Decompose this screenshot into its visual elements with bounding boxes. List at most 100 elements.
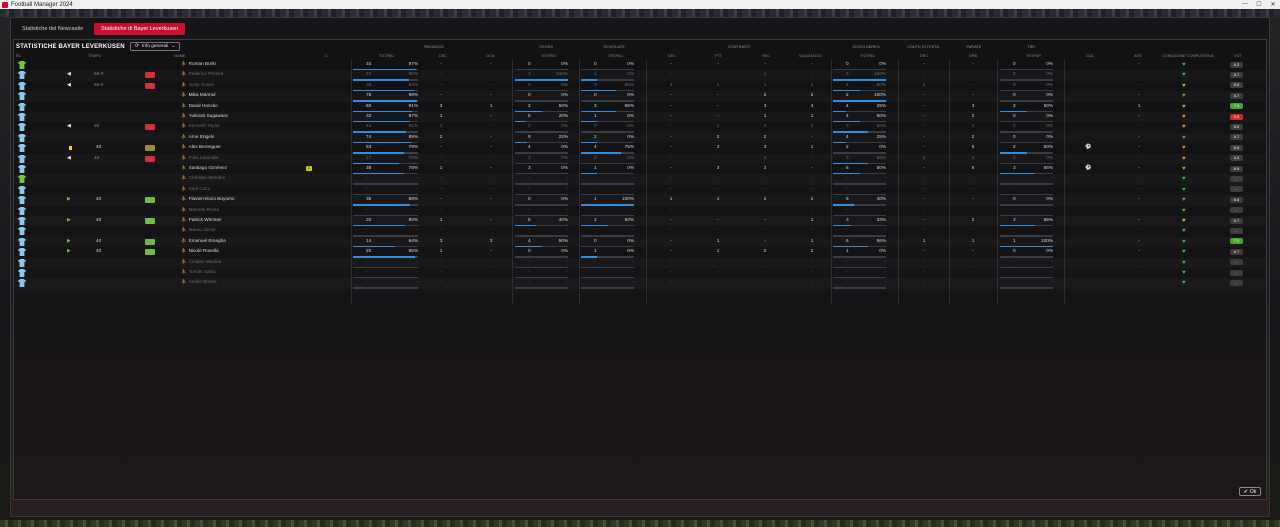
minimize-icon[interactable]: — (1238, 1, 1252, 8)
table-row[interactable]: ▶ 40 ⛹ Flavien-Enzo Boyomo 36 88% - -0 0% 1 100% 1 1… (14, 195, 1266, 206)
testa-dec: - (923, 206, 925, 212)
table-row[interactable]: ⛹ Christian Mendez - - - - - - - - - - - - - - - - - - - ♥ - (14, 174, 1266, 185)
player-name-cell[interactable]: ⛹ Cristian Medina (181, 259, 221, 265)
sciv-total: 1 (594, 248, 597, 254)
table-row[interactable]: ⛹ Roman Bürki 34 97% - - 0 0% 0 0% - - - - 0 0% - - 0 0% - ♥ 6… (14, 60, 1266, 71)
player-name-cell[interactable]: ⛹ Christian Mendez (181, 175, 225, 181)
player-name-cell[interactable]: ⛹ Emanuel Emegha (181, 238, 226, 244)
contr-ftt: 1 (716, 196, 720, 202)
player-name-cell[interactable]: ⛹ Mauro Júnior (181, 227, 216, 233)
col-testa-dec[interactable]: DEC (920, 54, 928, 58)
pass-total: - (366, 227, 368, 233)
table-row[interactable]: ⛹ Mika Mármol 75 98% - - 0 0% 0 0% - - 2 2 2 100% - - 0 0% -… (14, 91, 1266, 102)
col-gol[interactable]: GOL (1086, 54, 1094, 58)
col-pass-dec[interactable]: DEC (439, 54, 447, 58)
player-name-cell[interactable]: ⛹ Fotis Ioannidis (181, 155, 219, 161)
contr-rec: - (764, 279, 766, 285)
view-selector-label: Info generali (141, 44, 169, 49)
table-row[interactable]: ⛹ David Hancko 60 91% 3 1 2 50% 3 66% - - 3 4 4 25% - 3 2 5… (14, 102, 1266, 112)
aereo-total: - (846, 206, 848, 212)
tab-leverkusen-stats[interactable]: Statistiche di Bayer Leverkusen (94, 23, 186, 35)
table-row[interactable]: ◀ 40 ⛹ Fotis Ioannidis 17 70% - - 1 0% 0 0% - - 1 - 3 66%… (14, 154, 1266, 164)
player-name-cell[interactable]: ⛹ Roman Bürki (181, 61, 216, 67)
match-rating: 7.5 (1230, 103, 1243, 110)
col-pass-tot[interactable]: TOT/RIU (379, 54, 394, 58)
col-contr-rec[interactable]: REC (762, 54, 770, 58)
aereo-total: 6 (846, 237, 849, 243)
tiri-total: 0 (1013, 154, 1016, 160)
table-row[interactable]: ⛹ Marcelo Reina - - - - - - - - - - - - - - - - - - - ♥ - (14, 206, 1266, 216)
player-name-cell[interactable]: ⛹ Federico Pereira (181, 71, 223, 77)
col-contr-salv[interactable]: SALVATAGGI (799, 54, 822, 58)
contr-dec: - (670, 71, 672, 77)
player-name-cell[interactable]: ⛹ Yukinari Sugawara (181, 113, 228, 119)
table-row[interactable]: ⛹ Santiago Giménez C 38 78% 1 - 3 0% 1 0% - 3 2 - 6 50% -… (14, 164, 1266, 175)
player-name-cell[interactable]: ⛹ Tomás Saldo (181, 269, 216, 275)
ok-button[interactable]: ✔ Ok (1239, 487, 1261, 496)
table-row[interactable]: ◀ 66-0 ⛹ Federico Pereira 22 86% - -1 100% 1 0% - -1… (14, 70, 1266, 81)
col-tiri-tot[interactable]: TNT/INP (1026, 54, 1041, 58)
player-name-cell[interactable]: ⛹ Nicolò Rovella (181, 248, 219, 254)
close-icon[interactable]: ✕ (1266, 1, 1280, 8)
player-name-cell[interactable]: ⛹ Mika Mármol (181, 92, 215, 98)
view-selector-button[interactable]: ⟳ Info generali ⌄ (129, 42, 181, 51)
condition-heart-icon: ♥ (1182, 280, 1186, 287)
player-name-cell[interactable]: ⛹ Flavien-Enzo Boyomo (181, 196, 234, 202)
table-row[interactable]: ⛹ Tomás Saldo - - - - - - - - - - - - - - - - - - - ♥ - (14, 268, 1266, 279)
shirt-icon (18, 269, 26, 277)
col-tempo[interactable]: TEMPO (88, 54, 102, 58)
col-aereo-tot[interactable]: TNT/RIU (860, 54, 875, 58)
player-name: Flavien-Enzo Boyomo (188, 196, 235, 202)
assists: - (1138, 144, 1140, 150)
tab-newcastle-stats[interactable]: Statistiche del Newcastle (15, 23, 90, 35)
pass-total: 22 (366, 71, 372, 77)
col-ass[interactable]: ASS (1134, 54, 1142, 58)
table-row[interactable]: ▶ 40 ⛹ Patrick Wimmer 20 80% 1-5 40% 2 50% - - -1 3 33… (14, 216, 1266, 227)
tiri-pct: - (1051, 206, 1053, 212)
aereo-total: 0 (846, 61, 849, 66)
table-row[interactable]: 40 ⛹ Alex Berenguer 53 79% - - 4 0% 4 75% - 3 3 1 2 0% - 5… (14, 143, 1266, 154)
pass-total: - (366, 185, 368, 191)
player-name: Mauro Júnior (188, 227, 216, 233)
col-capitano[interactable]: C (325, 54, 328, 58)
col-condizione[interactable]: CONDIZIONE COMPLESSIVA (1162, 54, 1214, 58)
col-contr-ftt[interactable]: FTT (715, 54, 722, 58)
col-voto[interactable]: VOT (1234, 54, 1242, 58)
aereo-pct: 66% (876, 154, 886, 160)
table-row[interactable]: ⛹ Yukinari Sugawara 32 87% 1-5 20% 1 0% - -1 1 4 50%… (14, 112, 1266, 123)
table-row[interactable]: ⛹ Cristian Medina - - - - - - - - - - - - - - - - - - - ♥ - (14, 258, 1266, 268)
player-name-cell[interactable]: ⛹ David Hancko (181, 103, 218, 109)
col-pass-occ[interactable]: OCN (486, 54, 494, 58)
col-ruolo[interactable]: RL (16, 54, 21, 58)
col-sciv-tot[interactable]: TNT/RIU (608, 54, 623, 58)
col-nome[interactable]: NOME (174, 54, 185, 58)
match-rating: - (1230, 227, 1243, 234)
tiri-total: - (1013, 269, 1015, 274)
sciv-total: 1 (594, 71, 597, 77)
player-name-cell[interactable]: ⛹ Patrick Wimmer (181, 217, 222, 223)
aereo-total: - (846, 227, 848, 233)
col-cross-tot[interactable]: TNT/RIU (541, 54, 556, 58)
player-name-cell[interactable]: ⛹ Archie Brown (181, 279, 217, 285)
table-row[interactable]: ◀ 60 ⛹ Kenneth Taylor 44 81% 1 - 2 0% 0 0% - 1 2 1 3 66% -… (14, 122, 1266, 133)
player-name-cell[interactable]: ⛹ Santiago Giménez (181, 165, 227, 171)
player-name-cell[interactable]: ⛹ Saúl Coco (181, 186, 210, 192)
maximize-icon[interactable]: ☐ (1252, 1, 1266, 8)
table-row[interactable]: ⛹ Saúl Coco - - - - - - - - - - - - - - - - - - - ♥ - (14, 185, 1266, 196)
table-row[interactable]: ⛹ Archie Brown - - - - - - - - - - - - - - - - - - - ♥ - (14, 278, 1266, 289)
player-name-cell[interactable]: ⛹ Marcelo Reina (181, 207, 219, 213)
col-contr-dec[interactable]: DEC (668, 54, 676, 58)
goalkeeper-shirt-icon (18, 61, 26, 69)
assists: - (1138, 154, 1140, 160)
table-row[interactable]: ⛹ Mauro Júnior - - - - - - - - - - - - - - - - - - - ♥ - (14, 226, 1266, 237)
sciv-pct: 66% (624, 102, 634, 108)
player-name-cell[interactable]: ⛹ Kenneth Taylor (181, 123, 220, 129)
table-row[interactable]: ▶ 40 ⛹ Nicolò Rovella 20 95% 1 - 0 0% 1 0% - 1 2 2 1 0% - -… (14, 247, 1266, 258)
player-name-cell[interactable]: ⛹ Arne Engels (181, 134, 214, 140)
table-row[interactable]: ▶ 40 ⛹ Emanuel Emegha 14 64% 3 3 4 50% 0 0% - 1 - 1 6 66%… (14, 237, 1266, 248)
table-row[interactable]: ⛹ Arne Engels 74 89% 2 - 9 22% 2 0% - 2 2 - 4 25% - 2 0 0% -… (14, 133, 1266, 144)
player-name-cell[interactable]: ⛹ Alex Berenguer (181, 144, 221, 150)
col-parate-drb[interactable]: DRB (969, 54, 977, 58)
table-row[interactable]: ◀ 66-0 ⛹ Josip Šutalo 30 93% - - 0 0% 3 66% 2 1 1 2 4 50%… (14, 81, 1266, 92)
player-name-cell[interactable]: ⛹ Josip Šutalo (181, 82, 214, 88)
